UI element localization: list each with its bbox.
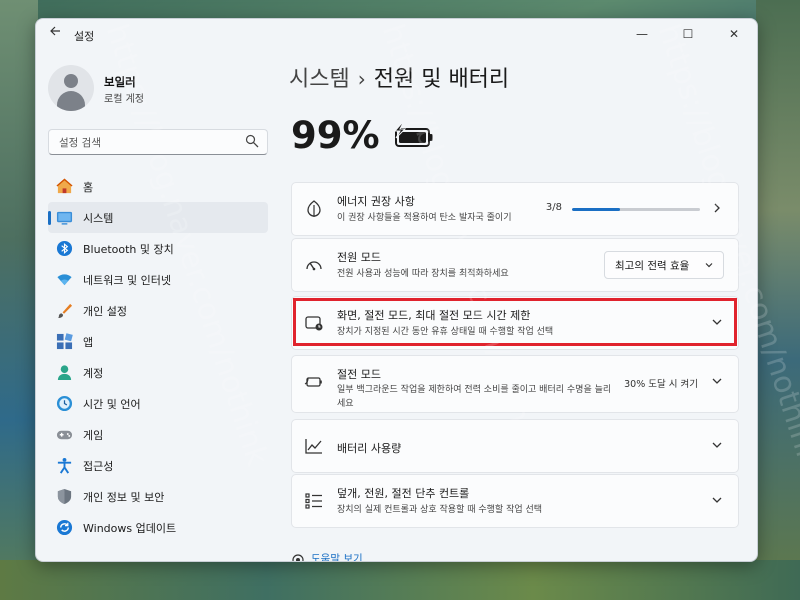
desktop-wallpaper-left <box>0 0 38 600</box>
time-language-icon <box>56 395 73 412</box>
close-button[interactable]: ✕ <box>711 19 757 49</box>
sidebar-item-privacy[interactable]: 개인 정보 및 보안 <box>48 481 268 512</box>
sidebar-item-time-language[interactable]: 시간 및 언어 <box>48 388 268 419</box>
chevron-down-icon <box>712 378 722 384</box>
screen-sleep-timeouts-card[interactable]: 화면, 절전 모드, 최대 절전 모드 시간 제한 장치가 지정된 시간 동안 … <box>291 296 739 350</box>
sidebar-item-label: Bluetooth 및 장치 <box>83 243 174 256</box>
screen-sleep-icon <box>305 316 323 331</box>
breadcrumb-separator: › <box>357 67 366 91</box>
desktop-wallpaper-bottom <box>0 560 800 600</box>
card-title: 배터리 사용량 <box>337 442 402 455</box>
sidebar-item-label: 홈 <box>83 181 94 194</box>
battery-percentage: 99% <box>291 114 380 157</box>
sidebar-item-gaming[interactable]: 게임 <box>48 419 268 450</box>
home-icon <box>56 178 73 194</box>
card-subtitle: 이 권장 사항들을 적용하여 탄소 발자국 줄이기 <box>337 213 512 223</box>
battery-usage-card[interactable]: 배터리 사용량 <box>291 419 739 473</box>
usage-chart-icon <box>305 439 322 454</box>
title-bar: 설정 — ☐ ✕ <box>36 19 757 51</box>
leaf-icon <box>307 200 321 217</box>
progress-fill <box>572 208 620 211</box>
chevron-down-icon <box>712 319 722 325</box>
sidebar-item-accounts[interactable]: 계정 <box>48 357 268 388</box>
get-help-link[interactable]: 도움말 보기 <box>311 551 363 561</box>
sidebar-item-label: 접근성 <box>83 460 114 473</box>
sidebar-item-label: 시간 및 언어 <box>83 398 141 411</box>
sidebar-item-label: 계정 <box>83 367 104 380</box>
back-button[interactable] <box>46 25 64 43</box>
controls-list-icon <box>305 493 322 509</box>
sidebar-item-home[interactable]: 홈 <box>48 171 268 202</box>
back-arrow-icon <box>50 26 60 36</box>
system-icon <box>56 211 73 225</box>
card-subtitle: 전원 사용과 성능에 따라 장치를 최적화하세요 <box>337 269 509 279</box>
sidebar-item-label: 앱 <box>83 336 94 349</box>
gaming-icon <box>56 430 73 440</box>
sidebar-item-label: 시스템 <box>83 212 114 225</box>
recommendations-progress-bar <box>572 208 700 211</box>
settings-window: 설정 — ☐ ✕ 보일러 로컬 계정 홈 시스템 Bluetooth 및 장치 … <box>35 18 758 562</box>
user-account-type: 로컬 계정 <box>104 94 144 105</box>
shield-icon <box>57 488 72 505</box>
sidebar-item-bluetooth[interactable]: Bluetooth 및 장치 <box>48 233 268 264</box>
apps-icon <box>56 333 73 350</box>
card-title: 화면, 절전 모드, 최대 절전 모드 시간 제한 <box>337 309 531 322</box>
sidebar-item-network[interactable]: 네트워크 및 인터넷 <box>48 264 268 295</box>
lid-power-button-controls-card[interactable]: 덮개, 전원, 절전 단추 컨트롤 장치의 실제 컨트롤과 상호 작용할 때 수… <box>291 474 739 528</box>
help-icon <box>292 554 304 561</box>
breadcrumb: 시스템 › 전원 및 배터리 <box>289 61 509 93</box>
accessibility-icon <box>57 457 72 474</box>
desktop-wallpaper-right <box>756 0 800 600</box>
sidebar-item-label: 개인 정보 및 보안 <box>83 491 165 504</box>
sidebar-item-windows-update[interactable]: Windows 업데이트 <box>48 512 268 543</box>
card-title: 덮개, 전원, 절전 단추 컨트롤 <box>337 487 470 500</box>
chevron-down-icon <box>712 442 722 448</box>
chevron-down-icon <box>705 263 713 268</box>
card-title: 에너지 권장 사항 <box>337 195 415 208</box>
chevron-right-icon <box>714 203 720 213</box>
app-title: 설정 <box>74 30 95 43</box>
search-icon[interactable] <box>245 134 259 148</box>
search-input[interactable] <box>57 133 241 153</box>
page-title: 전원 및 배터리 <box>373 67 510 92</box>
sidebar-item-accessibility[interactable]: 접근성 <box>48 450 268 481</box>
card-title: 절전 모드 <box>337 368 381 381</box>
energy-recommendations-card[interactable]: 에너지 권장 사항 이 권장 사항들을 적용하여 탄소 발자국 줄이기 3/8 <box>291 182 739 236</box>
avatar-body-icon <box>57 91 85 111</box>
power-mode-gauge-icon <box>306 261 322 271</box>
sidebar-item-label: 네트워크 및 인터넷 <box>83 274 171 287</box>
card-subtitle: 일부 백그라운드 작업을 제한하여 전력 소비를 줄이고 배터리 수명을 늘리세… <box>337 385 612 409</box>
breadcrumb-parent[interactable]: 시스템 <box>289 67 350 92</box>
card-subtitle: 장치의 실제 컨트롤과 상호 작용할 때 수행할 작업 선택 <box>337 505 543 515</box>
card-title: 전원 모드 <box>337 251 381 264</box>
chevron-down-icon <box>712 497 722 503</box>
network-icon <box>57 274 72 286</box>
avatar[interactable] <box>48 65 94 111</box>
sidebar-nav: 홈 시스템 Bluetooth 및 장치 네트워크 및 인터넷 개인 설정 앱 … <box>48 171 268 543</box>
power-mode-selected-value: 최고의 전력 효율 <box>615 260 690 272</box>
sidebar-item-label: 게임 <box>83 429 104 442</box>
bluetooth-icon <box>56 240 73 257</box>
recommendations-progress-text: 3/8 <box>545 202 562 213</box>
sidebar-item-label: Windows 업데이트 <box>83 522 177 535</box>
sidebar-item-label: 개인 설정 <box>83 305 127 318</box>
search-box[interactable] <box>48 129 268 155</box>
avatar-head-icon <box>64 74 78 88</box>
maximize-button[interactable]: ☐ <box>665 19 711 49</box>
sidebar-item-system[interactable]: 시스템 <box>48 202 268 233</box>
minimize-button[interactable]: — <box>619 19 665 49</box>
power-mode-card: 전원 모드 전원 사용과 성능에 따라 장치를 최적화하세요 최고의 전력 효율 <box>291 238 739 292</box>
battery-saver-card[interactable]: 절전 모드 일부 백그라운드 작업을 제한하여 전력 소비를 줄이고 배터리 수… <box>291 355 739 413</box>
update-icon <box>56 519 73 536</box>
battery-charging-icon <box>393 123 433 147</box>
sidebar-item-personalization[interactable]: 개인 설정 <box>48 295 268 326</box>
brush-icon <box>57 303 73 319</box>
user-name: 보일러 <box>104 75 136 89</box>
battery-saver-status: 30% 도달 시 켜기 <box>624 379 698 390</box>
power-mode-dropdown[interactable]: 최고의 전력 효율 <box>604 251 724 279</box>
battery-saver-icon <box>304 377 322 387</box>
sidebar-item-apps[interactable]: 앱 <box>48 326 268 357</box>
card-subtitle: 장치가 지정된 시간 동안 유휴 상태일 때 수행할 작업 선택 <box>337 327 554 337</box>
account-icon <box>57 365 72 381</box>
